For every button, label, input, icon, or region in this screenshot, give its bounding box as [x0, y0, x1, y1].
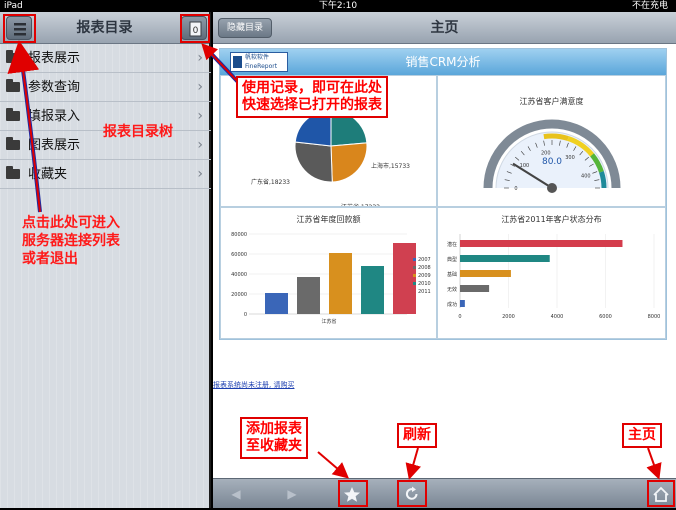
history-annotation: 使用记录，即可在此处 快速选择已打开的报表	[236, 76, 388, 118]
tree-annotation: 报表目录树	[103, 124, 173, 141]
refresh-annotation: 刷新	[397, 423, 437, 448]
menu-annotation: 点击此处可进入 服务器连接列表 或者退出	[22, 214, 120, 268]
favorite-annotation: 添加报表 至收藏夹	[240, 417, 308, 459]
home-annotation: 主页	[622, 423, 662, 448]
